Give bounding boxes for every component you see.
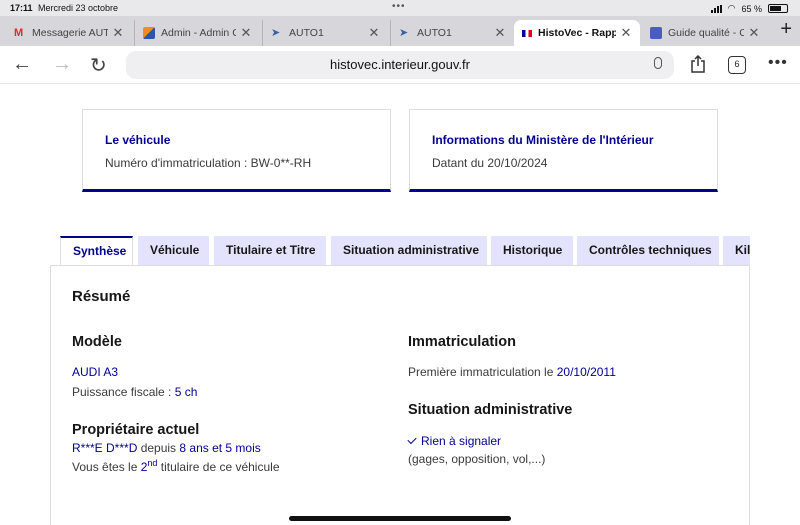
close-icon[interactable]: ✕ — [112, 25, 124, 41]
owner-line: R***E D***D depuis 8 ans et 5 mois — [72, 441, 261, 455]
admin-situation-heading: Situation administrative — [408, 402, 573, 418]
auto1-icon: ➤ — [399, 27, 409, 39]
more-options-icon[interactable]: ••• — [768, 54, 788, 72]
battery-percent: 65 % — [741, 3, 762, 14]
fiscal-power-label: Puissance fiscale : — [72, 385, 175, 399]
tab-title: AUTO1 — [417, 27, 452, 39]
check-icon — [407, 434, 417, 445]
owner-since: 8 ans et 5 mois — [179, 441, 261, 455]
browser-tab-auto1-b[interactable]: ➤ AUTO1 ✕ — [390, 20, 514, 46]
tab-title: Messagerie AUTO — [32, 27, 108, 39]
browser-tab-auto1-a[interactable]: ➤ AUTO1 ✕ — [262, 20, 388, 46]
browser-tab-guide[interactable]: Guide qualité - C ✕ — [642, 20, 768, 46]
first-registration-label: Première immatriculation le — [408, 365, 557, 379]
fiscal-power-value: 5 ch — [174, 385, 198, 399]
share-icon[interactable] — [690, 55, 706, 73]
tab-title: AUTO1 — [289, 27, 324, 39]
wifi-icon: ◠ — [727, 3, 736, 13]
close-icon[interactable]: ✕ — [240, 25, 252, 41]
browser-tab-histovec[interactable]: HistoVec - Rapp ✕ — [514, 20, 640, 46]
browser-tab-bar: M Messagerie AUTO ✕ Admin - Admin C ✕ ➤ … — [0, 16, 800, 46]
summary-heading: Résumé — [72, 288, 131, 305]
ministry-card: Informations du Ministère de l'Intérieur… — [409, 109, 718, 192]
tab-synthese[interactable]: Synthèse — [60, 236, 133, 266]
tab-title: Admin - Admin C — [161, 27, 236, 39]
first-registration-date: 20/10/2011 — [556, 365, 616, 379]
new-tab-icon[interactable]: + — [780, 18, 792, 41]
owner-heading: Propriétaire actuel — [72, 422, 200, 438]
tab-kilometrage[interactable]: Kilo — [723, 236, 750, 265]
tab-historique[interactable]: Historique — [491, 236, 573, 265]
reload-icon[interactable]: ↻ — [90, 53, 107, 78]
holder-rank-suffix: nd — [147, 458, 158, 468]
section-tabs: Synthèse Véhicule Titulaire et Titre Sit… — [60, 236, 750, 266]
close-icon[interactable]: ✕ — [748, 25, 760, 41]
holder-suffix: titulaire de ce véhicule — [157, 460, 280, 474]
french-flag-icon — [522, 29, 532, 37]
auto1-icon: ➤ — [271, 27, 281, 39]
fiscal-power: Puissance fiscale : 5 ch — [72, 385, 197, 399]
registration-heading: Immatriculation — [408, 334, 516, 350]
holder-rank-line: Vous êtes le 2nd titulaire de ce véhicul… — [72, 458, 280, 474]
gmail-icon: M — [14, 27, 24, 39]
close-icon[interactable]: ✕ — [494, 25, 506, 41]
admin-detail: (gages, opposition, vol,...) — [408, 452, 546, 466]
battery-icon — [768, 4, 788, 13]
home-indicator[interactable] — [289, 516, 511, 521]
holder-prefix: Vous êtes le — [72, 460, 141, 474]
vehicle-card-title: Le véhicule — [105, 133, 171, 147]
tab-vehicule[interactable]: Véhicule — [138, 236, 209, 265]
browser-tab-admin[interactable]: Admin - Admin C ✕ — [134, 20, 260, 46]
browser-toolbar: ← → ↻ histovec.interieur.gouv.fr 6 ••• — [0, 46, 800, 84]
owner-since-label: depuis — [137, 441, 180, 455]
status-bar: 17:11 Mercredi 23 octobre ••• ◠ 65 % — [0, 0, 800, 16]
tab-situation-administrative[interactable]: Situation administrative — [331, 236, 487, 265]
tab-title: Guide qualité - C — [668, 27, 744, 39]
guide-icon — [650, 27, 662, 39]
registration-number: Numéro d'immatriculation : BW-0**-RH — [105, 156, 312, 170]
forward-arrow-icon[interactable]: → — [52, 53, 72, 76]
ministry-date: Datant du 20/10/2024 — [432, 156, 548, 170]
admin-status: Rien à signaler — [407, 434, 502, 448]
multitask-dots-icon[interactable]: ••• — [392, 1, 406, 12]
tab-controles-techniques[interactable]: Contrôles techniques — [577, 236, 719, 265]
address-bar[interactable]: histovec.interieur.gouv.fr — [126, 51, 674, 79]
admin-status-text: Rien à signaler — [421, 434, 502, 448]
first-registration: Première immatriculation le 20/10/2011 — [408, 365, 616, 379]
close-icon[interactable]: ✕ — [620, 25, 632, 41]
status-time: 17:11 — [10, 3, 33, 13]
cellular-signal-icon — [710, 4, 722, 13]
ministry-card-title: Informations du Ministère de l'Intérieur — [432, 133, 654, 147]
url-text: histovec.interieur.gouv.fr — [330, 57, 470, 72]
tab-count-button[interactable]: 6 — [728, 56, 746, 74]
model-heading: Modèle — [72, 334, 122, 350]
tab-titulaire[interactable]: Titulaire et Titre — [214, 236, 326, 265]
owner-name: R***E D***D — [72, 441, 138, 455]
vehicle-card: Le véhicule Numéro d'immatriculation : B… — [82, 109, 391, 192]
close-icon[interactable]: ✕ — [368, 25, 380, 41]
admin-icon — [143, 27, 155, 39]
tab-title: HistoVec - Rapp — [538, 27, 616, 39]
status-date: Mercredi 23 octobre — [38, 3, 119, 13]
back-arrow-icon[interactable]: ← — [12, 53, 32, 76]
model-value: AUDI A3 — [72, 365, 119, 379]
microphone-icon[interactable] — [654, 57, 662, 69]
browser-tab-messagerie[interactable]: M Messagerie AUTO ✕ — [6, 20, 132, 46]
